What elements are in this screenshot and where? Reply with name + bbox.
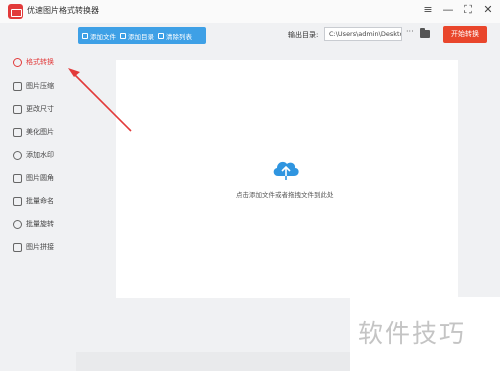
resize-icon: [13, 104, 22, 114]
sidebar-item-compress[interactable]: 图片压缩: [13, 79, 54, 93]
file-button-group: 添加文件 添加目录 清除列表: [78, 27, 206, 44]
browse-more-button[interactable]: ···: [406, 27, 414, 36]
right-margin: [458, 47, 500, 299]
sidebar-item-label: 图片压缩: [26, 82, 54, 90]
sidebar-item-format-convert[interactable]: 格式转换: [13, 55, 54, 69]
output-dir-label: 输出目录:: [288, 31, 319, 39]
title-bar: 优速图片格式转换器 ≡ — ⛶ ✕: [0, 0, 500, 23]
app-title: 优速图片格式转换器: [27, 6, 99, 15]
sidebar-item-label: 批量旋转: [26, 220, 54, 228]
add-file-button[interactable]: 添加文件: [82, 31, 116, 41]
output-path-field[interactable]: C:\Users\admin\Deskto: [324, 27, 402, 41]
clear-list-button[interactable]: 清除列表: [158, 31, 192, 41]
compress-icon: [13, 81, 22, 91]
sidebar-item-label: 图片圆角: [26, 174, 54, 182]
bottom-status-strip: [76, 352, 350, 371]
folder-outline-icon: [120, 32, 126, 39]
sidebar-item-label: 批量命名: [26, 197, 54, 205]
sidebar-item-label: 图片拼接: [26, 243, 54, 251]
rename-icon: [13, 196, 22, 206]
watermark-icon: [13, 150, 22, 160]
sidebar-item-label: 美化图片: [26, 128, 54, 136]
add-folder-button[interactable]: 添加目录: [120, 31, 154, 41]
sidebar-item-rounded-corner[interactable]: 图片圆角: [13, 171, 54, 185]
sidebar-item-label: 格式转换: [26, 58, 54, 66]
minimize-icon[interactable]: —: [441, 3, 455, 17]
format-convert-icon: [13, 57, 22, 67]
add-file-label: 添加文件: [90, 32, 116, 41]
sidebar-item-resize[interactable]: 更改尺寸: [13, 102, 54, 116]
beautify-icon: [13, 127, 22, 137]
add-folder-label: 添加目录: [128, 32, 154, 41]
rounded-corner-icon: [13, 173, 22, 183]
sidebar-item-rotate[interactable]: 批量旋转: [13, 217, 54, 231]
sidebar-item-label: 添加水印: [26, 151, 54, 159]
stitch-icon: [13, 242, 22, 252]
trash-icon: [158, 32, 164, 39]
cloud-upload-icon[interactable]: [271, 158, 301, 180]
maximize-icon[interactable]: ⛶: [461, 3, 475, 17]
app-logo-icon: [8, 4, 23, 19]
sidebar-item-watermark[interactable]: 添加水印: [13, 148, 54, 162]
menu-icon[interactable]: ≡: [421, 3, 435, 17]
sidebar-item-stitch[interactable]: 图片拼接: [13, 240, 54, 254]
sidebar-item-beautify[interactable]: 美化图片: [13, 125, 54, 139]
sidebar: [0, 47, 76, 371]
rotate-icon: [13, 219, 22, 229]
start-convert-button[interactable]: 开始转换: [443, 26, 487, 43]
open-folder-icon[interactable]: [420, 28, 430, 38]
close-icon[interactable]: ✕: [481, 3, 495, 17]
drop-hint-text: 点击添加文件或者拖拽文件到此处: [236, 191, 334, 199]
watermark-text: 软件技巧: [358, 319, 467, 348]
sidebar-item-label: 更改尺寸: [26, 105, 54, 113]
app-window: 优速图片格式转换器 ≡ — ⛶ ✕ 添加文件 添加目录 清除列表 输出目录: C…: [0, 0, 500, 371]
clear-list-label: 清除列表: [166, 32, 192, 41]
sidebar-item-rename[interactable]: 批量命名: [13, 194, 54, 208]
file-icon: [82, 32, 88, 39]
